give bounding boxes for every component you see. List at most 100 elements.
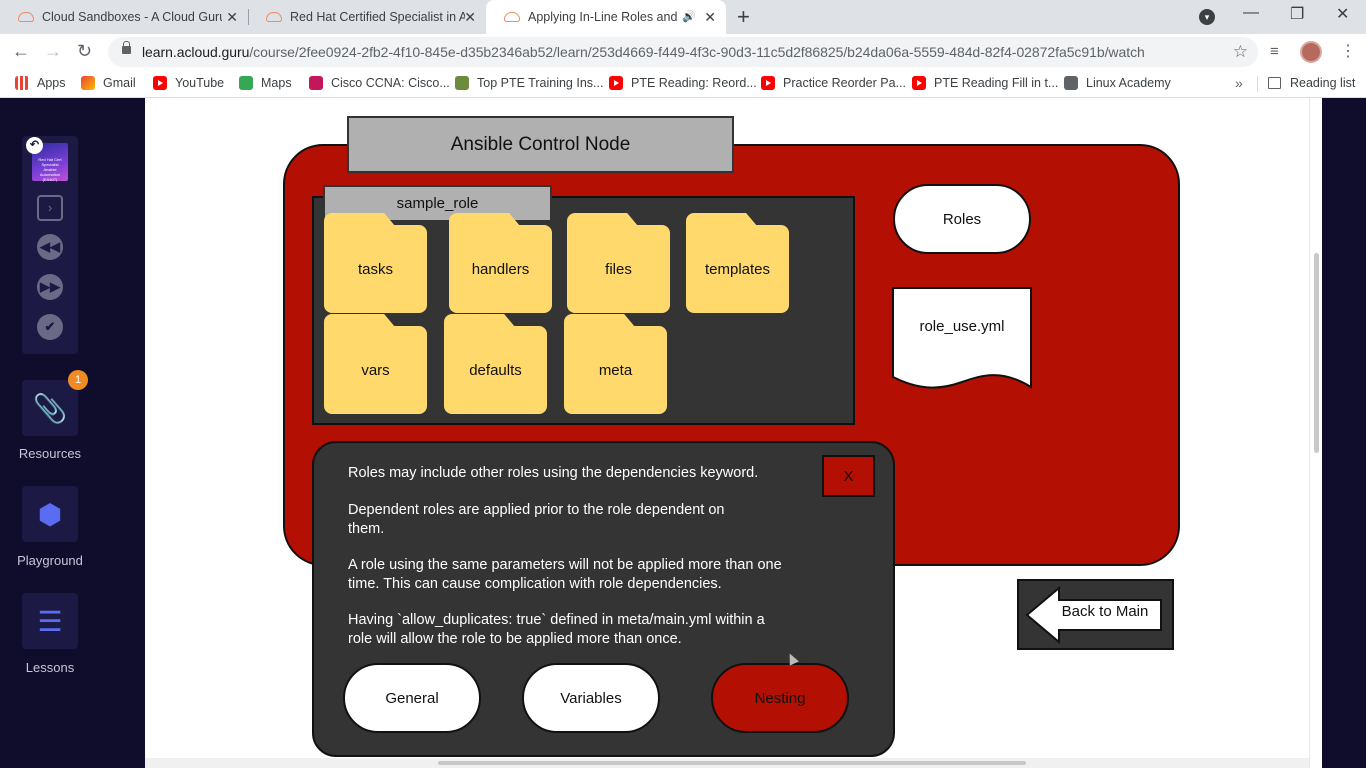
profile-avatar[interactable] (1300, 41, 1322, 63)
course-thumbnail[interactable]: ↶ Red Hat Cert Specialist Ansible Automa… (26, 137, 68, 182)
playground-label: Playground (17, 553, 83, 568)
pte-icon (455, 76, 469, 90)
tab-applying-inline-roles[interactable]: Applying In-Line Roles and R 🔊 ✕ (486, 0, 726, 34)
apps-icon (15, 76, 29, 90)
address-bar[interactable]: learn.acloud.guru/course/2fee0924-2fb2-4… (108, 37, 1258, 67)
rewind-icon[interactable]: ◀◀ (37, 234, 63, 260)
info-paragraph-2: Dependent roles are applied prior to the… (348, 502, 725, 537)
roles-button[interactable]: Roles (893, 184, 1031, 254)
reading-list-label: Reading list (1290, 76, 1356, 90)
bookmark-pte-fill[interactable]: PTE Reading Fill in t... (912, 76, 1058, 90)
youtube-icon (153, 76, 167, 90)
folder-tasks[interactable]: tasks (324, 213, 427, 313)
bookmark-label: Linux Academy (1086, 76, 1171, 90)
speaker-icon[interactable]: 🔊 (682, 10, 696, 23)
close-info-button[interactable]: X (822, 455, 875, 497)
bookmark-linux-academy[interactable]: Linux Academy (1064, 76, 1171, 90)
forward-arrow-icon[interactable]: → (44, 41, 62, 62)
info-paragraph-1: Roles may include other roles using the … (348, 465, 759, 481)
folder-label: tasks (357, 260, 393, 278)
folder-meta[interactable]: meta (564, 314, 667, 414)
notification-badge: 1 (68, 370, 88, 390)
fast-forward-icon[interactable]: ▶▶ (37, 274, 63, 300)
cloud-guru-favicon-icon (18, 12, 34, 22)
restore-icon[interactable]: ❐ (1290, 4, 1304, 24)
tab-red-hat-specialist[interactable]: Red Hat Certified Specialist in An ✕ (248, 0, 486, 34)
info-paragraph-3: A role using the same parameters will no… (348, 557, 782, 592)
bookmark-pte-training[interactable]: Top PTE Training Ins... (455, 76, 603, 90)
cloud-guru-favicon-icon (266, 12, 282, 22)
back-arrow-icon[interactable]: ← (12, 41, 30, 62)
thumbnail-caption: Red Hat Cert Specialist Ansible Automati… (38, 157, 62, 182)
tab-search-icon[interactable]: ▾ (1199, 9, 1215, 25)
list-icon: ☰ (37, 605, 63, 637)
bookmark-practice-reorder[interactable]: Practice Reorder Pa... (761, 76, 906, 90)
bookmark-apps[interactable]: Apps (15, 76, 66, 90)
bookmark-label: PTE Reading: Reord... (631, 76, 757, 90)
variables-button[interactable]: Variables (522, 663, 660, 733)
media-control-icon[interactable]: ≡ (1270, 43, 1279, 60)
control-node-title: Ansible Control Node (347, 116, 734, 173)
bookmark-pte-reorder[interactable]: PTE Reading: Reord... (609, 76, 757, 90)
general-button[interactable]: General (343, 663, 481, 733)
reading-list-button[interactable]: Reading list (1268, 76, 1355, 90)
back-icon[interactable]: ↶ (26, 137, 43, 154)
bookmark-label: YouTube (175, 76, 225, 90)
linux-academy-icon (1064, 76, 1078, 90)
lessons-button[interactable]: ☰ (22, 593, 78, 649)
right-margin (1322, 98, 1366, 768)
bookmark-youtube[interactable]: YouTube (153, 76, 224, 90)
playground-button[interactable]: ⬢ (22, 486, 78, 542)
url-host: learn.acloud.guru (142, 44, 250, 60)
resources-label: Resources (18, 446, 82, 461)
role-use-yml-label: role_use.yml (919, 318, 1005, 335)
youtube-icon (761, 76, 775, 90)
scrollbar-thumb[interactable] (1314, 253, 1319, 453)
tab-title: Red Hat Certified Specialist in An (290, 10, 465, 24)
menu-kebab-icon[interactable]: ⋮ (1340, 41, 1356, 61)
cloud-guru-favicon-icon (504, 12, 520, 22)
bookmark-label: Practice Reorder Pa... (783, 76, 906, 90)
bookmark-label: Top PTE Training Ins... (477, 76, 604, 90)
close-tab-icon[interactable]: ✕ (704, 9, 716, 26)
folder-defaults[interactable]: defaults (444, 314, 547, 414)
player-controls: ↶ Red Hat Cert Specialist Ansible Automa… (22, 136, 78, 354)
more-bookmarks-icon[interactable]: » (1235, 75, 1243, 91)
horizontal-scrollbar-thumb[interactable] (438, 761, 1026, 765)
reload-icon[interactable]: ↻ (77, 41, 92, 62)
nesting-button[interactable]: Nesting (711, 663, 849, 733)
bookmark-label: Apps (37, 76, 66, 90)
folder-handlers[interactable]: handlers (449, 213, 552, 313)
tab-cloud-sandboxes[interactable]: Cloud Sandboxes - A Cloud Guru ✕ (0, 0, 249, 34)
checkmark-icon[interactable]: ✔ (37, 314, 63, 340)
url-text[interactable]: learn.acloud.guru/course/2fee0924-2fb2-4… (142, 44, 1145, 60)
folder-label: meta (598, 361, 633, 379)
cube-icon: ⬢ (37, 498, 63, 530)
bookmark-label: Cisco CCNA: Cisco... (331, 76, 450, 90)
close-window-icon[interactable]: ✕ (1336, 4, 1349, 24)
divider (1257, 76, 1258, 92)
toggle-panel-icon[interactable]: › (37, 195, 63, 221)
folder-vars[interactable]: vars (324, 314, 427, 414)
folder-templates[interactable]: templates (686, 213, 789, 313)
back-to-main-label: Back to Main (1061, 603, 1149, 620)
tab-strip: Cloud Sandboxes - A Cloud Guru ✕ Red Hat… (0, 0, 1366, 34)
bookmarks-bar: Apps Gmail YouTube Maps Cisco CCNA: Cisc… (0, 70, 1366, 98)
resources-button[interactable]: 📎 (22, 380, 78, 436)
tab-title: Cloud Sandboxes - A Cloud Guru (42, 10, 222, 24)
folder-label: files (605, 260, 632, 278)
bookmark-cisco[interactable]: Cisco CCNA: Cisco... (309, 76, 450, 90)
bookmark-star-icon[interactable]: ☆ (1233, 42, 1248, 62)
bookmark-maps[interactable]: Maps (239, 76, 292, 90)
cisco-icon (309, 76, 323, 90)
new-tab-button[interactable]: + (737, 4, 750, 30)
player-sidebar: ↶ Red Hat Cert Specialist Ansible Automa… (0, 98, 145, 768)
minimize-icon[interactable]: — (1243, 4, 1259, 22)
close-tab-icon[interactable]: ✕ (226, 9, 238, 26)
folder-files[interactable]: files (567, 213, 670, 313)
bookmark-gmail[interactable]: Gmail (81, 76, 136, 90)
maps-icon (239, 76, 253, 90)
close-tab-icon[interactable]: ✕ (464, 9, 476, 26)
youtube-icon (912, 76, 926, 90)
folder-label: defaults (469, 361, 522, 379)
